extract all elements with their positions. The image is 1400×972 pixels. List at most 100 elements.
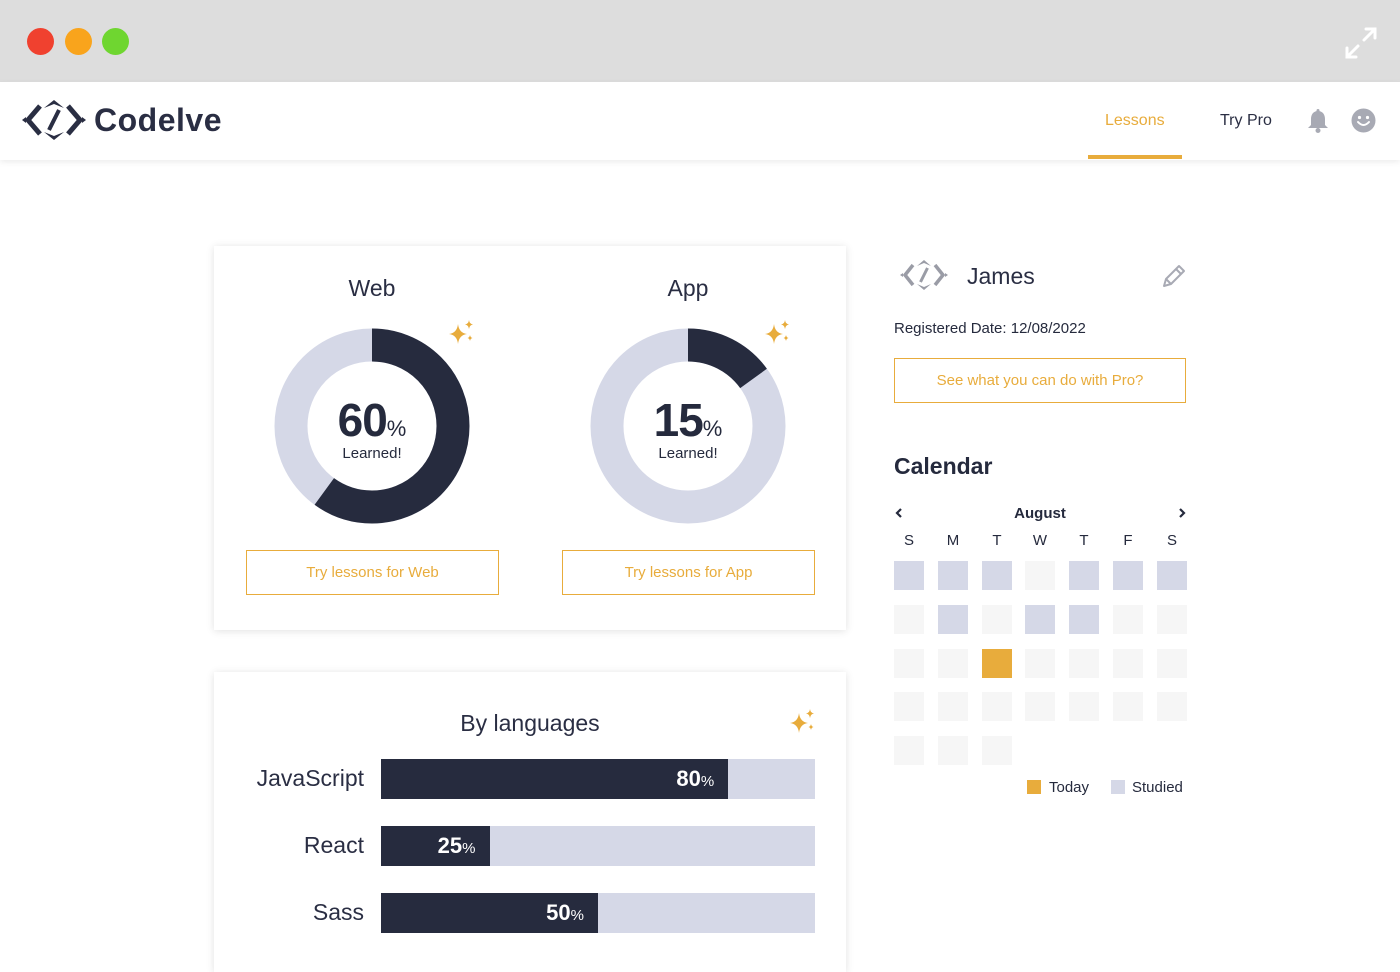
language-row-javascript: JavaScript 80% [214, 759, 846, 799]
see-pro-button[interactable]: See what you can do with Pro? [894, 358, 1186, 403]
app-percent-number: 15 [653, 394, 704, 446]
calendar-day[interactable] [938, 605, 968, 634]
calendar-day[interactable] [894, 561, 924, 590]
legend-studied-label: Studied [1132, 779, 1183, 796]
calendar-month: August [1014, 505, 1066, 522]
calendar-heading: Calendar [894, 453, 993, 479]
calendar-day[interactable] [1113, 561, 1143, 590]
codelve-logo-icon[interactable] [22, 96, 86, 144]
languages-card: By languages JavaScript 80% React 25% Sa… [214, 672, 846, 972]
language-row-sass: Sass 50% [214, 893, 846, 933]
weekday-label: W [1032, 532, 1048, 549]
calendar-day[interactable] [938, 561, 968, 590]
profile-name: James [967, 263, 1035, 289]
nav-lessons-link[interactable]: Lessons [1105, 112, 1165, 130]
calendar-day[interactable] [938, 649, 968, 678]
language-percent-number: 25 [437, 833, 463, 858]
weekday-label: M [946, 532, 960, 549]
calendar-day[interactable] [894, 605, 924, 634]
calendar-day[interactable] [1025, 605, 1055, 634]
language-bar-fill: 50% [381, 893, 598, 933]
language-name: JavaScript [256, 765, 364, 791]
try-web-lessons-button[interactable]: Try lessons for Web [246, 550, 499, 595]
smiley-icon[interactable] [1351, 108, 1376, 133]
calendar-day[interactable] [1157, 605, 1187, 634]
calendar-day[interactable] [1113, 649, 1143, 678]
calendar-day[interactable] [1069, 649, 1099, 678]
calendar-day[interactable] [982, 692, 1012, 721]
web-percent-value: 60% [292, 393, 452, 447]
calendar-day[interactable] [1025, 649, 1055, 678]
registered-date: Registered Date: 12/08/2022 [894, 320, 1086, 337]
weekday-label: S [1166, 532, 1177, 549]
expand-icon[interactable] [1344, 26, 1378, 60]
calendar-day[interactable] [1157, 561, 1187, 590]
calendar-day[interactable] [894, 692, 924, 721]
calendar-day[interactable] [938, 736, 968, 765]
calendar-day[interactable] [982, 736, 1012, 765]
language-name: React [303, 832, 364, 858]
active-tab-indicator [1088, 155, 1182, 159]
brand-name[interactable]: Codelve [94, 102, 222, 139]
language-bar-fill: 80% [381, 759, 729, 799]
language-bar-track: 25% [381, 826, 815, 866]
try-app-lessons-button[interactable]: Try lessons for App [562, 550, 815, 595]
calendar-day[interactable] [1157, 692, 1187, 721]
maximize-window-button[interactable] [102, 28, 129, 55]
calendar-day[interactable] [1069, 605, 1099, 634]
legend-today-swatch [1027, 780, 1041, 794]
languages-title: By languages [460, 710, 600, 736]
app-percent-value: 15% [608, 393, 768, 447]
legend-studied-swatch [1111, 780, 1125, 794]
language-name: Sass [312, 899, 364, 925]
nav-try-pro-link[interactable]: Try Pro [1220, 112, 1272, 130]
calendar-day[interactable] [1069, 692, 1099, 721]
chevron-right-icon[interactable] [1176, 505, 1188, 521]
profile-avatar-logo-icon [900, 260, 948, 290]
sparkle-icon [765, 320, 789, 344]
calendar-day[interactable] [1113, 605, 1143, 634]
language-percent-sign: % [700, 773, 715, 790]
weekday-label: S [903, 532, 914, 549]
language-bar-track: 80% [381, 759, 815, 799]
calendar-day[interactable] [1025, 561, 1055, 590]
weekday-label: T [992, 532, 1002, 549]
weekday-label: F [1123, 532, 1133, 549]
close-window-button[interactable] [27, 28, 54, 55]
language-row-react: React 25% [214, 826, 846, 866]
calendar-day[interactable] [894, 649, 924, 678]
calendar-day[interactable] [1113, 692, 1143, 721]
minimize-window-button[interactable] [65, 28, 92, 55]
web-learned-caption: Learned! [342, 445, 402, 462]
app-percent-sign: % [702, 416, 723, 441]
sparkle-icon [449, 320, 473, 344]
language-percent-number: 80 [676, 766, 701, 791]
language-percent-sign: % [462, 840, 476, 857]
sparkle-icon [790, 709, 814, 733]
calendar-day[interactable] [982, 561, 1012, 590]
web-percent-number: 60 [337, 394, 388, 446]
language-percent: 80% [676, 766, 714, 792]
language-bar-fill: 25% [381, 826, 490, 866]
app-title: App [667, 275, 709, 301]
legend-today-label: Today [1049, 779, 1090, 796]
progress-card: Web 60% Learned! Try lessons for Web App… [214, 246, 846, 630]
language-percent: 50% [546, 900, 584, 926]
app-learned-caption: Learned! [658, 445, 718, 462]
bell-icon[interactable] [1305, 108, 1331, 134]
calendar-day-today[interactable] [982, 649, 1012, 678]
language-percent-number: 50 [546, 900, 571, 925]
calendar-day[interactable] [938, 692, 968, 721]
chevron-left-icon[interactable] [893, 505, 905, 521]
web-title: Web [348, 275, 396, 301]
calendar-day[interactable] [1157, 649, 1187, 678]
calendar-day[interactable] [1069, 561, 1099, 590]
top-navbar: Codelve Lessons Try Pro [0, 82, 1400, 160]
calendar-day[interactable] [894, 736, 924, 765]
calendar-day[interactable] [1025, 692, 1055, 721]
language-percent-sign: % [570, 907, 584, 924]
calendar-day[interactable] [982, 605, 1012, 634]
window-title-bar [0, 0, 1400, 82]
pencil-edit-icon[interactable] [1160, 262, 1188, 290]
weekday-label: T [1079, 532, 1089, 549]
